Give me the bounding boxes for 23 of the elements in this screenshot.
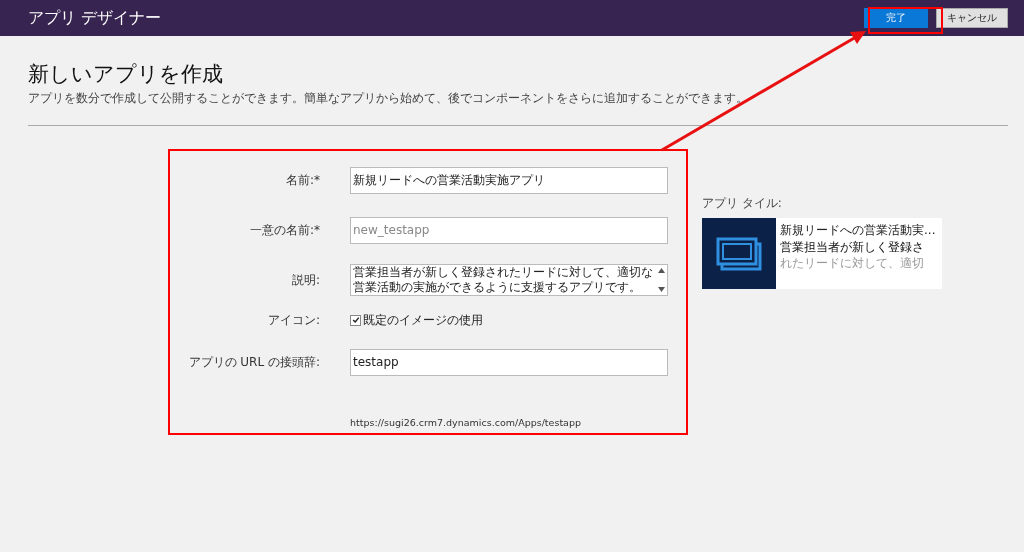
input-field[interactable]: testapp xyxy=(350,348,668,376)
checkbox[interactable] xyxy=(350,314,361,326)
tile-label: アプリ タイル: xyxy=(702,195,783,212)
header-button[interactable]: キャンセル xyxy=(936,8,1008,28)
tile-description: れたリードに対して、適切 xyxy=(780,255,925,271)
input-field[interactable]: new_testapp xyxy=(350,216,668,244)
field-label: 説明: xyxy=(290,271,320,289)
field-label: 一意の名前:* xyxy=(248,221,320,239)
tile-description: 営業担当者が新しく登録さ xyxy=(780,239,925,255)
field-label: 名前:* xyxy=(284,171,320,189)
url-preview: https://sugi26.crm7.dynamics.com/Apps/testapp xyxy=(350,417,581,428)
scroll-up-icon[interactable] xyxy=(658,268,665,273)
field-label: アプリの URL の接頭辞: xyxy=(187,353,320,371)
field-label: アイコン: xyxy=(266,311,320,329)
scroll-down-icon[interactable] xyxy=(658,287,665,292)
description-field[interactable]: 営業担当者が新しく登録されたリードに対して、適切な 営業活動の実施ができるように支援するアプリです。 xyxy=(350,264,668,296)
input-field[interactable]: 新規リードへの営業活動実施アプリ xyxy=(350,166,668,194)
checkbox-label: 既定のイメージの使用 xyxy=(363,311,483,329)
app-title: アプリ デザイナー xyxy=(28,7,162,29)
page-subtitle: アプリを数分で作成して公開することができます。簡単なアプリから始めて、後でコンポーネントをさらに追加することができます。 xyxy=(28,90,749,107)
windows-icon xyxy=(716,236,762,271)
page-title: 新しいアプリを作成 xyxy=(28,61,224,88)
tile-title: 新規リードへの営業活動実... xyxy=(780,222,936,239)
